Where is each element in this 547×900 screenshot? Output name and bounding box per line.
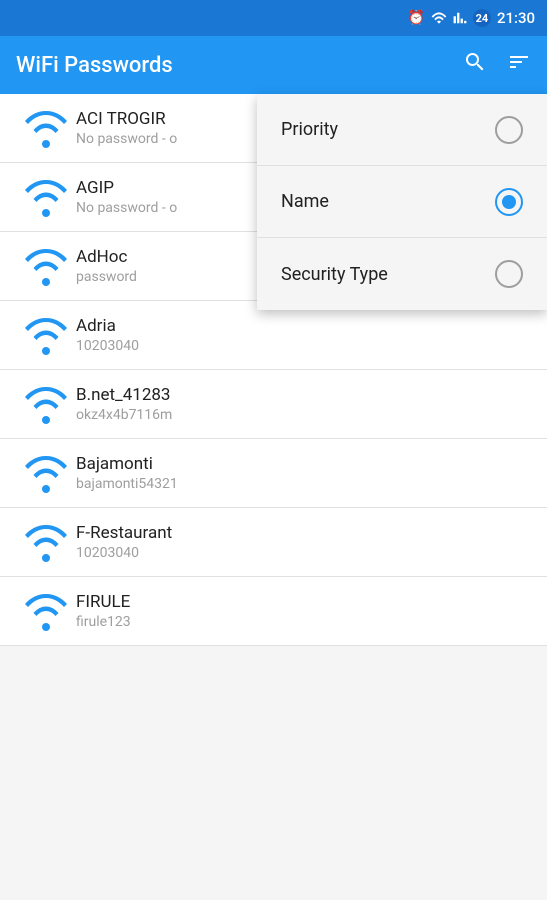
wifi-list-item[interactable]: FIRULE firule123 xyxy=(0,577,547,646)
app-title: WiFi Passwords xyxy=(16,53,173,78)
wifi-list-item[interactable]: F-Restaurant 10203040 xyxy=(0,508,547,577)
top-bar-actions xyxy=(463,50,531,80)
wifi-icon xyxy=(16,384,76,424)
status-icons: ⏰ 24 21:30 xyxy=(408,9,536,27)
sort-option-name[interactable]: Name xyxy=(257,166,547,238)
wifi-list-item[interactable]: Bajamonti bajamonti54321 xyxy=(0,439,547,508)
sort-icon[interactable] xyxy=(507,50,531,80)
wifi-name: ACI TROGIR xyxy=(76,109,196,129)
radio-button[interactable] xyxy=(495,116,523,144)
wifi-password: bajamonti54321 xyxy=(76,476,531,492)
wifi-name: Bajamonti xyxy=(76,454,531,474)
sort-option-label: Priority xyxy=(281,119,338,140)
wifi-name: F-Restaurant xyxy=(76,523,531,543)
sort-option-priority[interactable]: Priority xyxy=(257,94,547,166)
wifi-info: FIRULE firule123 xyxy=(76,592,531,630)
alarm-icon: ⏰ xyxy=(408,10,425,26)
wifi-name: Adria xyxy=(76,316,531,336)
sort-dropdown: Priority Name Security Type xyxy=(257,94,547,310)
wifi-name: FIRULE xyxy=(76,592,531,612)
wifi-info: Bajamonti bajamonti54321 xyxy=(76,454,531,492)
wifi-info: B.net_41283 okz4x4b7116m xyxy=(76,385,531,423)
wifi-name: AGIP xyxy=(76,178,196,198)
wifi-info: F-Restaurant 10203040 xyxy=(76,523,531,561)
sort-option-label: Security Type xyxy=(281,264,388,285)
content-area: ACI TROGIR No password - o AGIP No passw… xyxy=(0,94,547,646)
search-icon[interactable] xyxy=(463,50,487,80)
wifi-list-item[interactable]: Adria 10203040 xyxy=(0,301,547,370)
sort-option-label: Name xyxy=(281,191,329,212)
wifi-icon xyxy=(16,453,76,493)
notification-badge: 24 xyxy=(473,9,491,27)
wifi-password: okz4x4b7116m xyxy=(76,407,531,423)
signal-icon xyxy=(453,11,467,25)
wifi-icon xyxy=(16,522,76,562)
wifi-name: B.net_41283 xyxy=(76,385,531,405)
wifi-icon xyxy=(16,108,76,148)
wifi-password: 10203040 xyxy=(76,338,531,354)
wifi-info: Adria 10203040 xyxy=(76,316,531,354)
wifi-list-item[interactable]: B.net_41283 okz4x4b7116m xyxy=(0,370,547,439)
radio-button[interactable] xyxy=(495,188,523,216)
wifi-icon xyxy=(16,591,76,631)
wifi-status-icon xyxy=(431,11,447,25)
radio-inner xyxy=(502,195,516,209)
wifi-password: 10203040 xyxy=(76,545,531,561)
wifi-icon xyxy=(16,315,76,355)
time-display: 21:30 xyxy=(497,9,535,27)
radio-button[interactable] xyxy=(495,260,523,288)
sort-option-security-type[interactable]: Security Type xyxy=(257,238,547,310)
wifi-password: firule123 xyxy=(76,614,531,630)
wifi-icon xyxy=(16,177,76,217)
wifi-icon xyxy=(16,246,76,286)
status-bar: ⏰ 24 21:30 xyxy=(0,0,547,36)
top-bar: WiFi Passwords xyxy=(0,36,547,94)
